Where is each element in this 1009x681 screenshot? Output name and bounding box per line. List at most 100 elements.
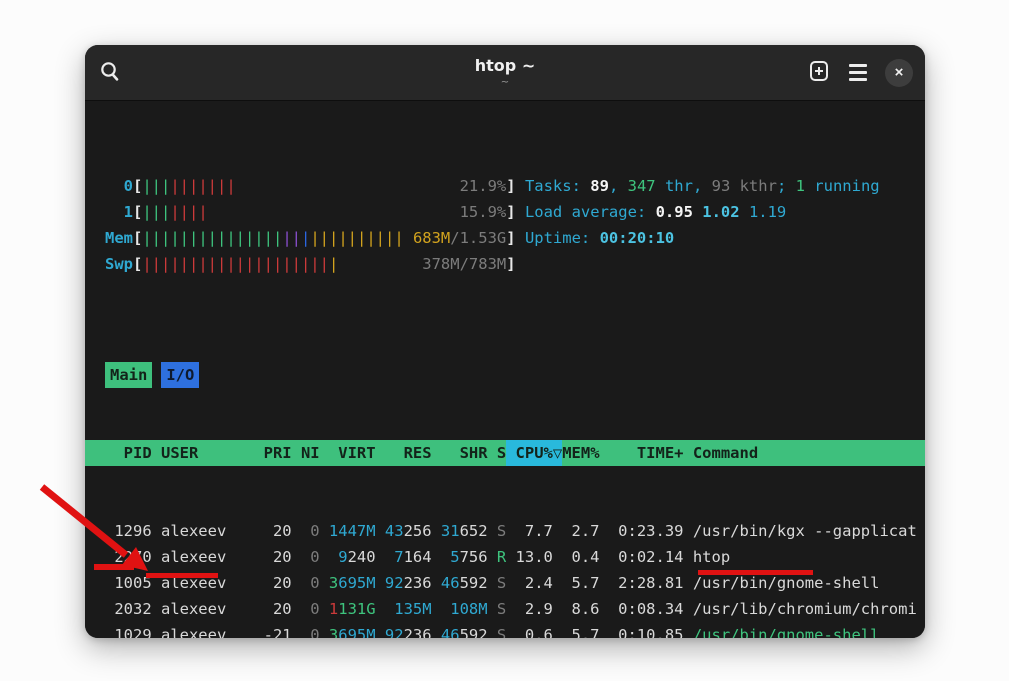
text-segment: alexeev (161, 522, 226, 540)
new-tab-icon (807, 59, 831, 86)
cell-pri: 20 (245, 570, 292, 596)
terminal-window: htop ~ ~ × 0[||||||||||21.9%]1[|||||||1 (85, 45, 925, 638)
new-tab-button[interactable] (807, 59, 831, 86)
text-segment: htop (693, 548, 730, 566)
meter-bar-group: ||| (142, 177, 170, 195)
cell-sep (553, 570, 562, 596)
text-segment: /1.53G (450, 229, 506, 247)
cell-ni: 0 (292, 544, 320, 570)
cell-mem: 5.7 (562, 622, 599, 638)
text-segment: ; (777, 177, 796, 195)
meter-label: Swp (105, 251, 133, 277)
text-segment: Uptime: (525, 229, 600, 247)
column-header-ni[interactable]: NI (292, 440, 320, 466)
tab-main[interactable]: Main (105, 362, 152, 388)
meter-row-0: 0[||||||||||21.9%] (105, 173, 516, 199)
text-segment: 20 (273, 600, 292, 618)
text-segment: 0 (310, 574, 319, 592)
meters-block: 0[||||||||||21.9%]1[|||||||15.9%]Mem[|||… (105, 173, 516, 277)
column-header-cpu[interactable]: CPU% (506, 440, 553, 466)
text-segment: 13.0 (516, 548, 553, 566)
cell-user: alexeev (152, 596, 245, 622)
hamburger-icon (849, 64, 867, 81)
text-segment: 5.7 (572, 574, 600, 592)
text-segment: /usr/bin/kgx --gapplicat (693, 522, 917, 540)
text-segment: 695M (338, 574, 375, 592)
meter-bars: |||||||15.9% (142, 199, 506, 225)
meter-bar-group: ||| (142, 203, 170, 221)
text-segment: 5 (450, 548, 459, 566)
column-header-cmd[interactable]: Command (684, 440, 926, 466)
column-header-sort: ▽ (553, 440, 562, 466)
text-segment: /usr/bin/gnome-shell (693, 626, 880, 638)
process-row[interactable]: 1029alexeev-2103695M9223646592S0.6 5.70:… (85, 622, 925, 638)
terminal-content: 0[||||||||||21.9%]1[|||||||15.9%]Mem[|||… (85, 101, 925, 638)
process-row[interactable]: 2032alexeev2001131G135M108MS2.9 8.60:08.… (85, 596, 925, 622)
text-segment: 93 kthr (712, 177, 777, 195)
text-segment: S (497, 626, 506, 638)
process-row[interactable]: 1005alexeev2003695M9223646592S2.4 5.72:2… (85, 570, 925, 596)
cell-pri: 20 (245, 596, 292, 622)
cell-pid: 1005 (105, 570, 152, 596)
text-segment: 236 (404, 626, 432, 638)
text-segment: Tasks: (525, 177, 590, 195)
text-segment: 164 (404, 548, 432, 566)
cell-virt: 3695M (320, 570, 376, 596)
cell-shr: 46592 (432, 622, 488, 638)
text-segment: 108M (450, 600, 487, 618)
text-segment: 683M (413, 229, 450, 247)
load-average-line: Load average: 0.95 1.02 1.19 (525, 199, 880, 225)
column-header-time[interactable]: TIME+ (600, 440, 684, 466)
text-segment: 00:20:10 (600, 229, 675, 247)
meter-close-bracket: ] (506, 173, 515, 199)
system-info-block: Tasks: 89, 347 thr, 93 kthr; 1 runningLo… (525, 173, 880, 277)
process-row[interactable]: 1296alexeev2001447M4325631652S7.7 2.70:2… (85, 518, 925, 544)
cell-user: alexeev (152, 570, 245, 596)
column-header-pri[interactable]: PRI (245, 440, 292, 466)
cell-sep (553, 544, 562, 570)
meter-bars: |||||||||||||||||||||378M/783M (142, 251, 506, 277)
cell-user: alexeev (152, 544, 245, 570)
meter-value: 683M/1.53G (413, 225, 506, 251)
meter-open-bracket: [ (133, 251, 142, 277)
cell-mem: 0.4 (562, 544, 599, 570)
text-segment: 46 (441, 626, 460, 638)
text-segment: 0.4 (572, 548, 600, 566)
process-row[interactable]: 2270alexeev200924071645756R13.0 0.40:02.… (85, 544, 925, 570)
meter-bar-group: ||||||| (170, 177, 235, 195)
meter-bar-group: | (329, 255, 338, 273)
cell-pri: -21 (245, 622, 292, 638)
text-segment: 0.95 (656, 203, 703, 221)
meter-bar-group: |||||||||||||||||||| (142, 255, 329, 273)
text-segment: thr (656, 177, 693, 195)
cell-shr: 5756 (432, 544, 488, 570)
column-header-res[interactable]: RES (376, 440, 432, 466)
text-segment: 0:10.85 (618, 626, 683, 638)
tab-io[interactable]: I/O (161, 362, 199, 388)
column-header-virt[interactable]: VIRT (320, 440, 376, 466)
text-segment: 43 (385, 522, 404, 540)
text-segment: 2270 (114, 548, 151, 566)
screen-tabs: Main I/O (85, 362, 925, 388)
column-header-mem[interactable]: MEM% (562, 440, 599, 466)
search-button[interactable] (99, 60, 121, 85)
text-segment: alexeev (161, 626, 226, 638)
cell-user: alexeev (152, 622, 245, 638)
meter-value: 15.9% (460, 199, 507, 225)
text-segment: 1 (329, 600, 338, 618)
text-segment: 756 (460, 548, 488, 566)
text-segment: 131G (338, 600, 375, 618)
text-segment: 92 (385, 574, 404, 592)
close-button[interactable]: × (885, 59, 913, 87)
menu-button[interactable] (849, 64, 867, 81)
cell-cpu: 7.7 (506, 518, 553, 544)
cell-cmd: /usr/bin/gnome-shell (684, 622, 926, 638)
text-segment: 20 (273, 522, 292, 540)
cell-res: 135M (376, 596, 432, 622)
column-header-shr[interactable]: SHR (432, 440, 488, 466)
column-header-pid[interactable]: PID (105, 440, 152, 466)
column-header-s[interactable]: S (488, 440, 507, 466)
cell-pri: 20 (245, 544, 292, 570)
column-header-user[interactable]: USER (152, 440, 245, 466)
text-segment: alexeev (161, 574, 226, 592)
